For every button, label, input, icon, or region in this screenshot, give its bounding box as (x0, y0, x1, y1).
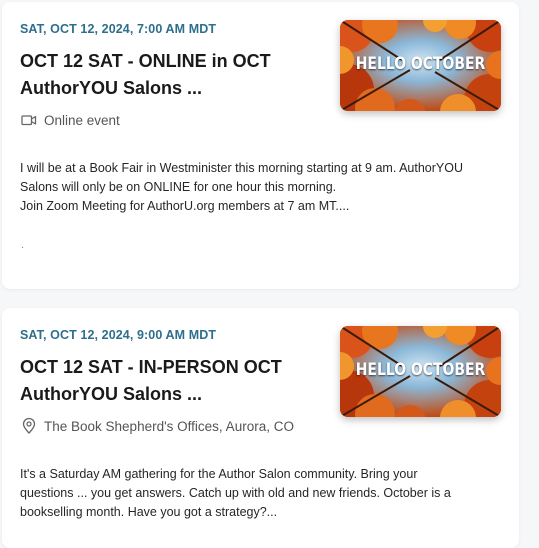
event-description-line: bookselling month. Have you got a strate… (20, 505, 278, 519)
event-title[interactable]: OCT 12 SAT - IN-PERSON OCT AuthorYOU Sal… (20, 354, 320, 408)
event-description-line: Salons will only be on ONLINE for one ho… (20, 180, 337, 194)
event-title-line-2[interactable]: AuthorYOU Salons ... (20, 75, 320, 102)
event-image-caption: HELLO OCTOBER (355, 54, 486, 74)
event-description-line: I will be at a Book Fair in Westminister… (20, 161, 463, 175)
event-date: SAT, OCT 12, 2024, 7:00 AM MDT (20, 22, 217, 36)
event-title-line-1[interactable]: OCT 12 SAT - IN-PERSON OCT (20, 354, 320, 381)
event-description: It's a Saturday AM gathering for the Aut… (20, 465, 508, 522)
event-description-line: Join Zoom Meeting for AuthorU.org member… (20, 199, 350, 213)
event-card-in-person[interactable]: SAT, OCT 12, 2024, 9:00 AM MDT OCT 12 SA… (2, 308, 519, 548)
event-location-label: Online event (44, 112, 120, 128)
event-image[interactable]: HELLO OCTOBER (340, 326, 501, 417)
event-description: I will be at a Book Fair in Westminister… (20, 159, 508, 216)
event-title[interactable]: OCT 12 SAT - ONLINE in OCT AuthorYOU Sal… (20, 48, 320, 102)
video-camera-icon (20, 111, 38, 129)
event-description-line: It's a Saturday AM gathering for the Aut… (20, 467, 418, 481)
event-card-online[interactable]: SAT, OCT 12, 2024, 7:00 AM MDT OCT 12 SA… (2, 2, 519, 289)
event-location-label: The Book Shepherd's Offices, Aurora, CO (44, 418, 294, 434)
map-pin-icon (20, 417, 38, 435)
event-location: The Book Shepherd's Offices, Aurora, CO (20, 417, 294, 435)
event-date: SAT, OCT 12, 2024, 9:00 AM MDT (20, 328, 217, 342)
event-description-line: questions ... you get answers. Catch up … (20, 486, 451, 500)
event-title-line-2[interactable]: AuthorYOU Salons ... (20, 381, 320, 408)
event-location: Online event (20, 111, 120, 129)
event-image-caption: HELLO OCTOBER (355, 360, 486, 380)
event-description-trailing: . (21, 239, 25, 251)
event-title-line-1[interactable]: OCT 12 SAT - ONLINE in OCT (20, 48, 320, 75)
event-image[interactable]: HELLO OCTOBER (340, 20, 501, 111)
